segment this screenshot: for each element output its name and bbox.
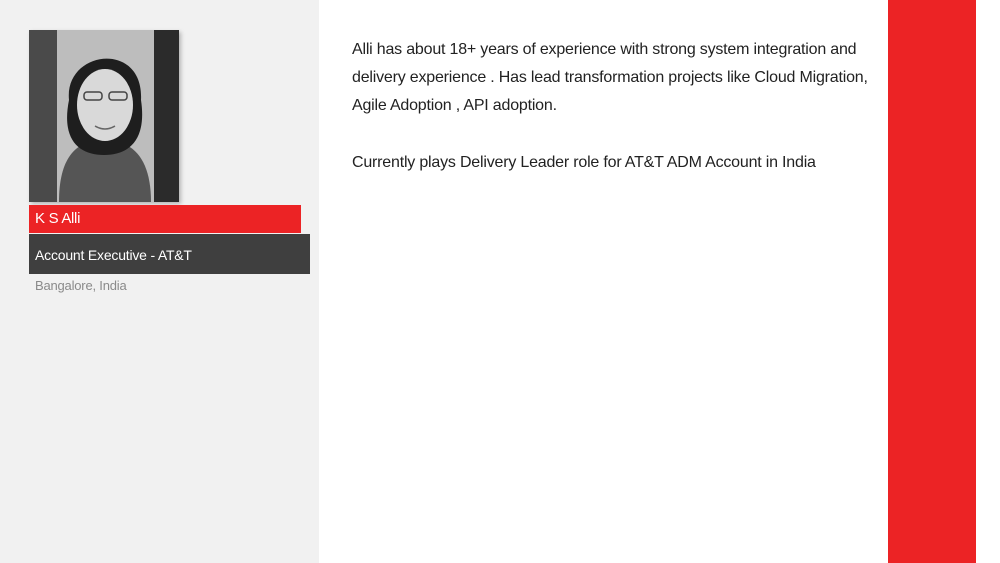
profile-sidebar: K S Alli Account Executive - AT&T Bangal… bbox=[0, 0, 319, 563]
profile-title: Account Executive - AT&T bbox=[29, 234, 310, 274]
bio-section: Alli has about 18+ years of experience w… bbox=[352, 36, 872, 177]
profile-location: Bangalore, India bbox=[35, 278, 127, 293]
bio-paragraph-experience: Alli has about 18+ years of experience w… bbox=[352, 41, 868, 114]
accent-stripe bbox=[888, 0, 976, 563]
bio-paragraph-current-role: Currently plays Delivery Leader role for… bbox=[352, 154, 816, 171]
profile-name: K S Alli bbox=[29, 205, 301, 233]
portrait-photo bbox=[29, 30, 179, 202]
